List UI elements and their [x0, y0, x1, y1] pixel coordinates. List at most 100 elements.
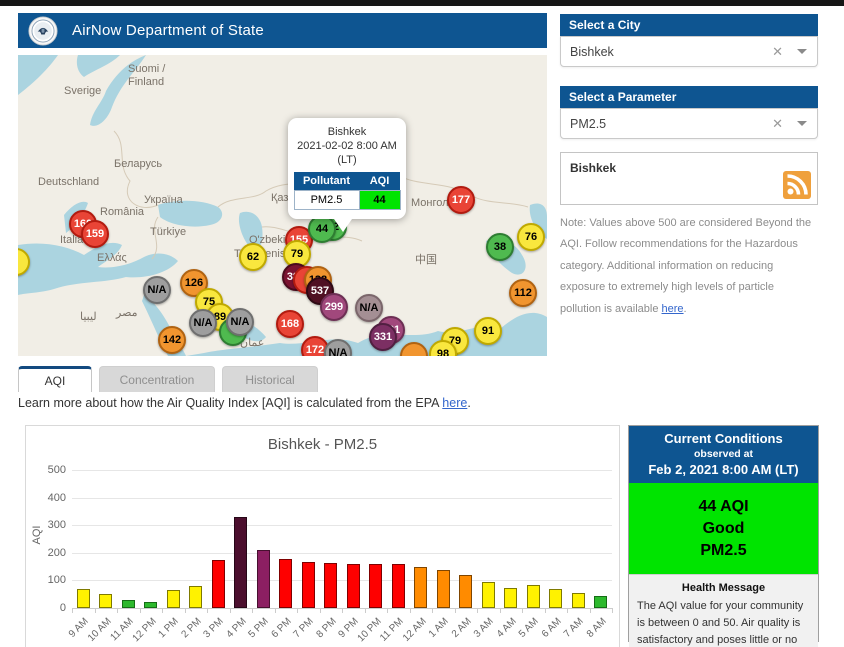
map-place-label: Suomi / [128, 63, 165, 75]
note-text: Note: Values above 500 are considered Be… [560, 213, 818, 320]
aqi-marker[interactable]: 112 [509, 279, 537, 307]
top-bar [0, 0, 844, 6]
chart-bar [167, 590, 180, 608]
popup-pollutant-value: PM2.5 [294, 191, 359, 210]
chart-x-tick-mark [387, 608, 388, 613]
chart-bar [279, 559, 292, 608]
chart-bar [77, 589, 90, 608]
rss-city-label: Bishkek [570, 161, 616, 175]
chart-x-tick-mark [590, 608, 591, 613]
chart-x-tick-mark [230, 608, 231, 613]
chart-x-tick-mark [275, 608, 276, 613]
chart-bar [459, 575, 472, 608]
aqi-marker[interactable]: 44 [308, 215, 336, 243]
chart-x-tick-mark [365, 608, 366, 613]
chart-bar [302, 562, 315, 608]
aqi-marker[interactable]: 91 [474, 317, 502, 345]
map[interactable]: Suomi /Finland Sverige Беларусь Deutschland… [18, 55, 547, 356]
aqi-pollutant: PM2.5 [629, 540, 818, 562]
chart-bar [234, 517, 247, 608]
current-conditions-header: Current Conditions observed at Feb 2, 20… [629, 426, 818, 483]
parameter-dropdown[interactable]: PM2.5 ✕ [560, 108, 818, 139]
select-parameter-header: Select a Parameter [560, 86, 818, 108]
current-conditions-panel: Current Conditions observed at Feb 2, 20… [628, 425, 819, 642]
aqi-marker[interactable]: 331 [369, 323, 397, 351]
chart-bar [594, 596, 607, 608]
map-place-label: Sverige [64, 85, 101, 97]
aqi-marker[interactable]: 177 [447, 186, 475, 214]
chart-x-tick-mark [477, 608, 478, 613]
chart-gridline [72, 470, 612, 471]
chart-x-tick-mark [162, 608, 163, 613]
chart-bar [482, 582, 495, 608]
map-place-label: România [100, 206, 144, 218]
chart-y-tick-label: 300 [32, 519, 66, 531]
chart-bar [189, 586, 202, 608]
clear-icon[interactable]: ✕ [772, 44, 783, 60]
aqi-marker[interactable]: 62 [239, 243, 267, 271]
aqi-marker[interactable]: N/A [355, 294, 383, 322]
observed-datetime: Feb 2, 2021 8:00 AM (LT) [633, 462, 814, 477]
aqi-category: Good [629, 518, 818, 540]
chart-bar [122, 600, 135, 608]
chart-y-tick-label: 100 [32, 574, 66, 586]
select-city-header: Select a City [560, 14, 818, 36]
popup-datetime: 2021-02-02 8:00 AM [292, 139, 402, 153]
aqi-marker[interactable]: 76 [517, 223, 545, 251]
map-place-label: Ελλάς [97, 252, 127, 264]
chart-gridline [72, 498, 612, 499]
chart-bar [99, 594, 112, 608]
map-place-label: Türkiye [150, 226, 186, 238]
chart-bar [257, 550, 270, 608]
chart-bar [549, 589, 562, 608]
map-popup: Bishkek 2021-02-02 8:00 AM (LT) Pollutan… [288, 118, 406, 219]
health-message-title: Health Message [637, 582, 810, 594]
chart-bar [369, 564, 382, 608]
map-place-label: 中国 [415, 251, 437, 267]
note-here-link[interactable]: here [662, 303, 684, 315]
health-message-panel: Health Message The AQI value for your co… [629, 574, 818, 647]
app-header: AirNow Department of State [18, 13, 547, 48]
aqi-marker[interactable]: 38 [486, 233, 514, 261]
tab-historical[interactable]: Historical [222, 366, 318, 392]
chart-x-tick-mark [455, 608, 456, 613]
aqi-marker[interactable]: N/A [189, 309, 217, 337]
airnow-page: AirNow Department of State [0, 0, 844, 647]
popup-col-aqi: AQI [359, 172, 400, 191]
chart-y-tick-label: 0 [32, 602, 66, 614]
aqi-marker[interactable]: 168 [276, 310, 304, 338]
chart-gridline [72, 525, 612, 526]
chart-bar [392, 564, 405, 608]
map-place-label: Беларусь [114, 158, 162, 170]
aqi-bar-chart: Bishkek - PM2.5 AQI 01002003004005009 AM… [25, 425, 620, 647]
aqi-marker[interactable]: 299 [320, 293, 348, 321]
chart-y-tick-label: 200 [32, 547, 66, 559]
city-dropdown[interactable]: Bishkek ✕ [560, 36, 818, 67]
map-place-label: ليبيا [80, 310, 97, 323]
popup-city: Bishkek [292, 125, 402, 139]
map-place-label: Finland [128, 76, 164, 88]
tab-aqi[interactable]: AQI [18, 366, 92, 392]
popup-timezone: (LT) [292, 153, 402, 167]
rss-icon[interactable] [783, 171, 811, 199]
chevron-down-icon[interactable] [797, 121, 807, 126]
chart-title: Bishkek - PM2.5 [26, 436, 619, 453]
tab-bar: AQI Concentration Historical [18, 366, 318, 392]
map-place-label: Україна [144, 194, 183, 206]
chart-bar [347, 564, 360, 608]
aqi-marker[interactable]: 142 [158, 326, 186, 354]
clear-icon[interactable]: ✕ [772, 116, 783, 132]
aqi-marker[interactable]: N/A [143, 276, 171, 304]
tab-concentration[interactable]: Concentration [99, 366, 215, 392]
chart-y-tick-label: 400 [32, 492, 66, 504]
aqi-marker[interactable]: N/A [226, 308, 254, 336]
aqi-marker[interactable]: 159 [81, 220, 109, 248]
chevron-down-icon[interactable] [797, 49, 807, 54]
chart-bar [572, 593, 585, 608]
map-place-label: Deutschland [38, 176, 99, 188]
epa-here-link[interactable]: here [442, 396, 467, 410]
chart-x-tick-mark [612, 608, 613, 613]
chart-bar [504, 588, 517, 608]
learn-more-text: Learn more about how the Air Quality Ind… [18, 396, 471, 410]
aqi-value: 44 AQI [629, 496, 818, 518]
